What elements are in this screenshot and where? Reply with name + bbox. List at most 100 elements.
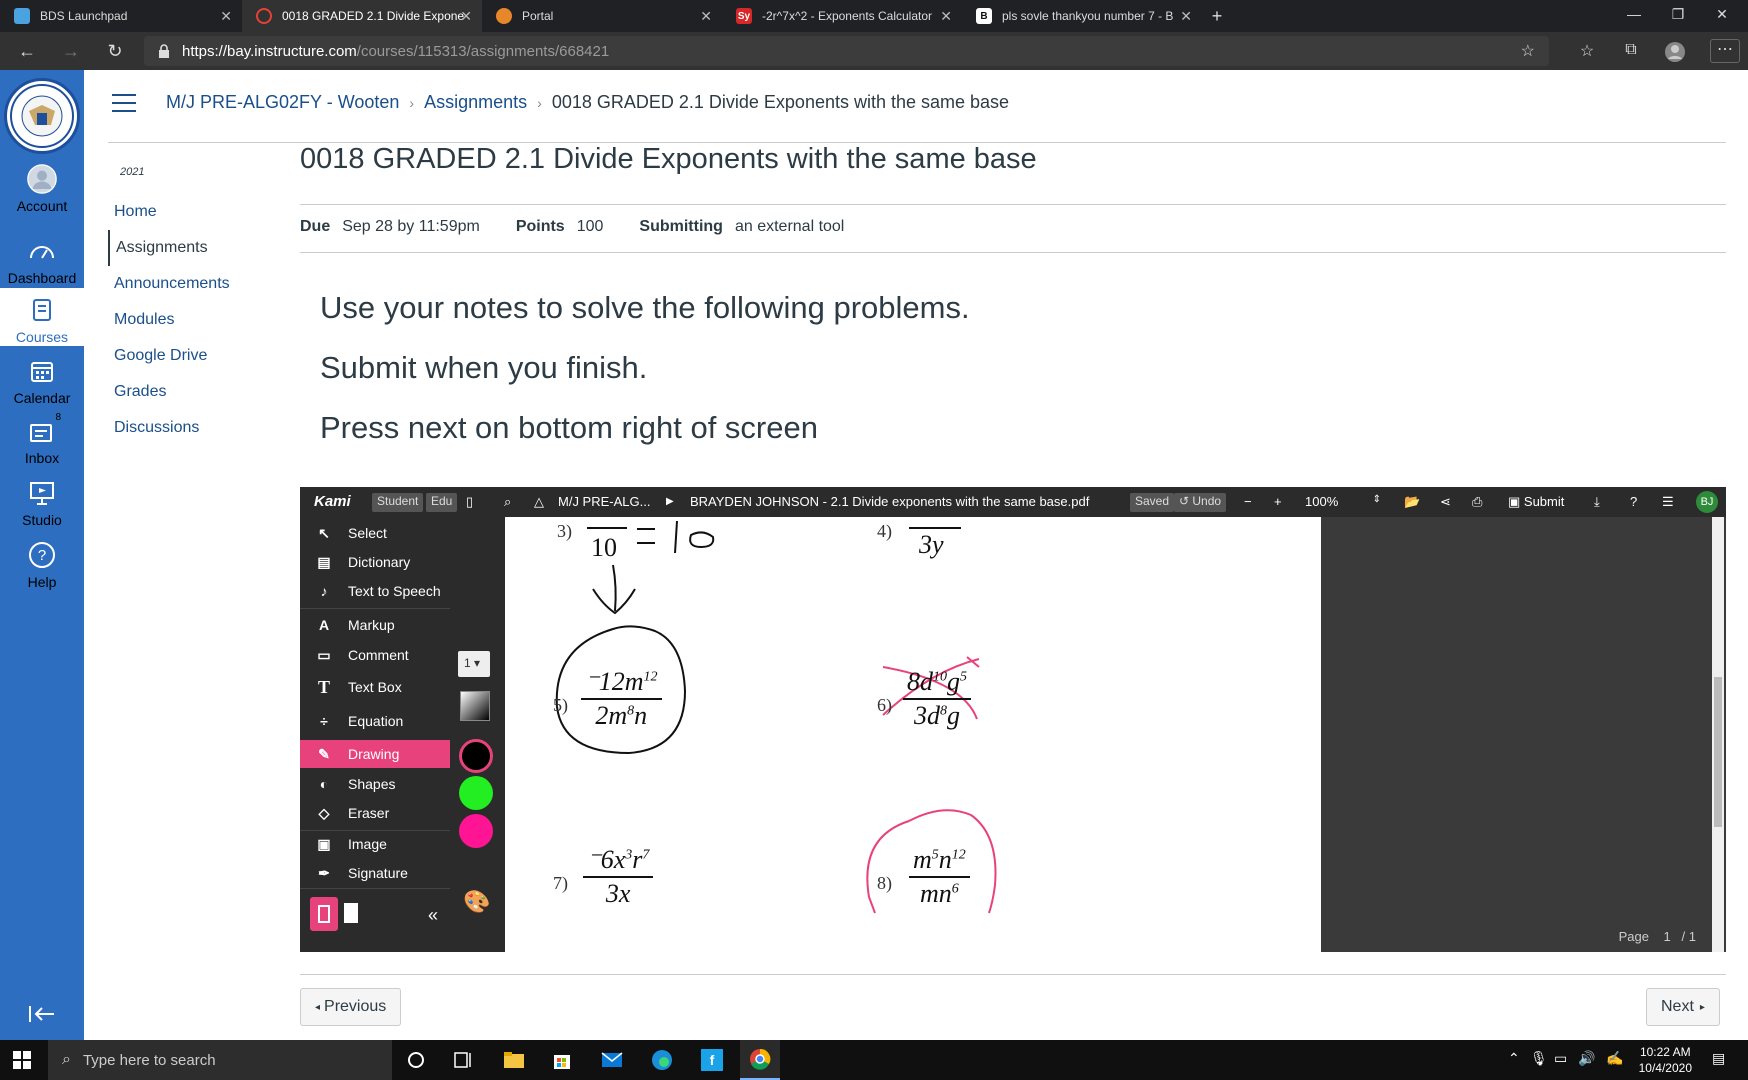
mail-icon[interactable] <box>592 1044 632 1076</box>
back-button[interactable]: ← <box>16 40 38 62</box>
vertical-scrollbar[interactable] <box>1712 517 1724 952</box>
undo-button[interactable]: ↺ Undo <box>1174 493 1227 512</box>
layout-toggle-right[interactable] <box>340 899 362 929</box>
tool-drawing[interactable]: ✎ Drawing <box>300 740 450 768</box>
menu-icon[interactable]: ☰ <box>1662 494 1674 510</box>
scrollbar-thumb[interactable] <box>1714 677 1722 827</box>
file-explorer-icon[interactable] <box>494 1044 534 1076</box>
print-icon[interactable]: ⎙ <box>1472 494 1482 510</box>
zoom-in-icon[interactable]: + <box>1274 494 1282 509</box>
stroke-size-select[interactable]: 1 ▾ <box>458 651 490 677</box>
tool-dictionary[interactable]: ▤ Dictionary <box>300 548 450 576</box>
layout-toggle-left[interactable] <box>310 897 338 931</box>
cortana-icon[interactable] <box>396 1044 436 1076</box>
previous-button[interactable]: ◂ Previous <box>300 988 402 1026</box>
breadcrumb-course[interactable]: M/J PRE-ALG02FY - Wooten <box>166 92 399 113</box>
star-icon[interactable]: ☆ <box>1521 41 1535 61</box>
close-tab-icon[interactable]: ✕ <box>1180 8 1192 25</box>
new-tab-button[interactable]: + <box>1205 6 1229 27</box>
close-tab-icon[interactable]: ✕ <box>700 8 712 25</box>
color-swatch-green[interactable] <box>459 776 493 810</box>
download-icon[interactable]: ⤓ <box>1594 494 1600 510</box>
address-bar[interactable]: https://bay.instructure.com/courses/1153… <box>144 36 1549 66</box>
minimize-button[interactable]: — <box>1622 6 1646 22</box>
close-tab-icon[interactable]: ✕ <box>940 8 952 25</box>
avatar[interactable]: BJ <box>1696 491 1718 513</box>
tool-markup[interactable]: A Markup <box>300 611 450 639</box>
hamburger-menu-icon[interactable] <box>112 93 136 112</box>
tool-select[interactable]: ↖ Select <box>300 519 450 547</box>
tool-equation[interactable]: ÷ Equation <box>300 707 450 735</box>
open-folder-icon[interactable]: 📂 <box>1404 494 1420 510</box>
zoom-select[interactable]: 100% ⇕ <box>1305 494 1381 509</box>
sidebar-toggle-icon[interactable]: ▯ <box>466 494 473 510</box>
forward-button[interactable]: → <box>60 40 82 62</box>
nav-dashboard[interactable]: Dashboard <box>0 236 84 286</box>
drive-folder-link[interactable]: M/J PRE-ALG... <box>558 494 650 509</box>
app-f-icon[interactable]: f <box>692 1044 732 1076</box>
google-drive-icon[interactable]: △ <box>534 494 544 510</box>
tool-signature[interactable]: ✒ Signature <box>300 859 450 887</box>
close-tab-icon[interactable]: ✕ <box>220 8 232 25</box>
next-button[interactable]: Next ▸ <box>1646 988 1720 1026</box>
page-current[interactable]: 1 <box>1663 929 1670 944</box>
nav-studio[interactable]: Studio <box>0 478 84 528</box>
notifications-icon[interactable]: ▤ <box>1712 1050 1725 1067</box>
nav-calendar[interactable]: Calendar <box>0 356 84 406</box>
submit-button[interactable]: ▣ Submit <box>1508 494 1564 510</box>
network-icon[interactable]: ▭ <box>1554 1050 1567 1067</box>
collections-icon[interactable]: ⧉ <box>1620 41 1642 61</box>
share-icon[interactable]: ⋖ <box>1440 494 1451 510</box>
school-logo[interactable] <box>4 78 80 154</box>
store-icon[interactable] <box>542 1044 582 1076</box>
tab-symbolab[interactable]: Sy -2r^7x^2 - Exponents Calculator ✕ <box>722 0 962 32</box>
tab-assignment[interactable]: 0018 GRADED 2.1 Divide Expone ✕ <box>242 0 482 32</box>
breadcrumb-assignments[interactable]: Assignments <box>424 92 527 113</box>
tool-text-box[interactable]: T Text Box <box>300 673 450 701</box>
nav-account[interactable]: Account <box>0 164 84 214</box>
course-nav-modules[interactable]: Modules <box>108 302 230 338</box>
help-icon[interactable]: ? <box>1630 494 1637 509</box>
tool-shapes[interactable]: ◐ Shapes <box>300 770 450 798</box>
microphone-icon[interactable]: 🎙 <box>1530 1050 1548 1067</box>
nav-inbox[interactable]: 8 Inbox <box>0 412 84 466</box>
edge-icon[interactable] <box>642 1044 682 1076</box>
tab-brainly[interactable]: B pls sovle thankyou number 7 - B ✕ <box>962 0 1202 32</box>
taskbar-clock[interactable]: 10:22 AM 10/4/2020 <box>1639 1044 1692 1076</box>
tool-eraser[interactable]: ◇ Eraser <box>300 799 450 827</box>
nav-help[interactable]: ? Help <box>0 540 84 590</box>
task-view-icon[interactable] <box>444 1044 484 1076</box>
course-nav-grades[interactable]: Grades <box>108 374 230 410</box>
pen-icon[interactable]: ✍ <box>1606 1050 1623 1067</box>
nav-courses[interactable]: Courses <box>0 288 84 346</box>
collapse-panel-icon[interactable]: « <box>428 905 438 926</box>
color-swatch-pink[interactable] <box>459 814 493 848</box>
start-button[interactable] <box>2 1044 42 1076</box>
opacity-swatch[interactable] <box>460 691 490 721</box>
search-icon[interactable]: ⌕ <box>504 494 511 510</box>
taskbar-search[interactable]: ⌕ Type here to search <box>48 1040 392 1080</box>
course-nav-home[interactable]: Home <box>108 194 230 230</box>
tool-comment[interactable]: ▭ Comment <box>300 641 450 669</box>
palette-icon[interactable]: 🎨 <box>463 889 490 915</box>
chrome-taskbar-icon[interactable] <box>740 1040 780 1080</box>
course-nav-google-drive[interactable]: Google Drive <box>108 338 230 374</box>
refresh-button[interactable]: ↻ <box>104 40 126 62</box>
course-nav-discussions[interactable]: Discussions <box>108 410 230 446</box>
close-tab-icon[interactable]: ✕ <box>460 8 472 25</box>
close-window-button[interactable]: ✕ <box>1710 6 1734 23</box>
more-options-icon[interactable]: ⋯ <box>1710 39 1740 63</box>
tab-portal[interactable]: Portal ✕ <box>482 0 722 32</box>
tool-image[interactable]: ▣ Image <box>300 830 450 858</box>
collapse-nav-icon[interactable] <box>28 1004 56 1029</box>
tab-bds-launchpad[interactable]: BDS Launchpad ✕ <box>0 0 242 32</box>
course-nav-assignments[interactable]: Assignments <box>108 230 230 266</box>
restore-button[interactable]: ❐ <box>1666 6 1690 23</box>
volume-icon[interactable]: 🔊 <box>1578 1050 1595 1067</box>
profile-icon[interactable] <box>1664 41 1686 62</box>
favorites-icon[interactable]: ☆ <box>1576 41 1598 61</box>
course-nav-announcements[interactable]: Announcements <box>108 266 230 302</box>
color-swatch-black[interactable] <box>459 739 493 773</box>
zoom-out-icon[interactable]: − <box>1244 494 1252 509</box>
tool-text-to-speech[interactable]: ♪ Text to Speech <box>300 577 450 605</box>
